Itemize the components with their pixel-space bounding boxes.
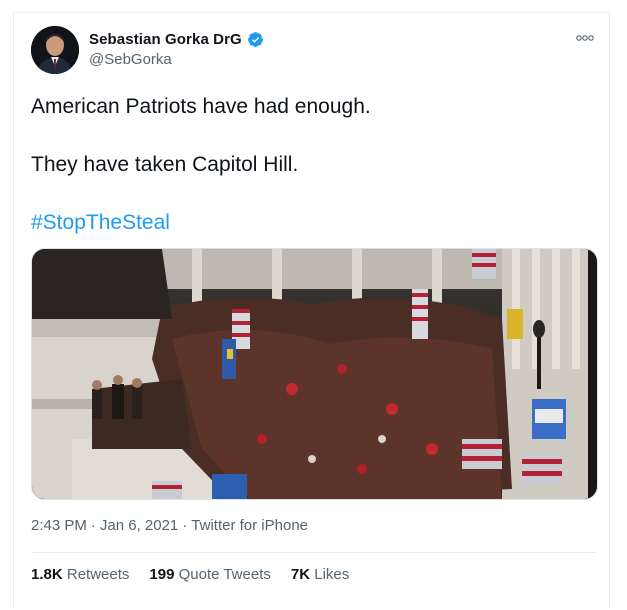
tweet-text: American Patriots have had enough. They …: [31, 93, 591, 237]
tweet-text-line-2: They have taken Capitol Hill.: [31, 153, 299, 176]
quote-tweets-stat[interactable]: 199 Quote Tweets: [149, 566, 270, 583]
tweet-text-line-1: American Patriots have had enough.: [31, 95, 371, 118]
tweet-metadata: 2:43 PM · Jan 6, 2021 · Twitter for iPho…: [31, 517, 308, 534]
avatar[interactable]: [31, 26, 79, 74]
hashtag-link[interactable]: #StopTheSteal: [31, 209, 591, 237]
tweet-photo[interactable]: [31, 248, 598, 500]
retweets-count: 1.8K: [31, 566, 63, 583]
tweet-date[interactable]: Jan 6, 2021: [100, 517, 178, 534]
tweet-card: Sebastian Gorka DrG @SebGorka American P…: [13, 12, 610, 609]
author-handle[interactable]: @SebGorka: [89, 51, 172, 68]
author-display-name[interactable]: Sebastian Gorka DrG: [89, 31, 242, 48]
more-options-icon[interactable]: [575, 30, 595, 41]
author-name-row[interactable]: Sebastian Gorka DrG: [89, 31, 264, 48]
retweets-label: Retweets: [66, 566, 130, 583]
tweet-time[interactable]: 2:43 PM: [31, 517, 87, 534]
divider: [31, 552, 596, 553]
meta-separator: ·: [90, 517, 96, 534]
retweets-stat[interactable]: 1.8K Retweets: [31, 566, 129, 583]
tweet-source-link[interactable]: Twitter for iPhone: [191, 517, 308, 534]
engagement-stats: 1.8K Retweets 199 Quote Tweets 7K Likes: [31, 566, 349, 583]
verified-badge-icon: [247, 31, 264, 48]
quote-tweets-label: Quote Tweets: [178, 566, 271, 583]
meta-separator: ·: [182, 517, 188, 534]
likes-label: Likes: [314, 566, 350, 583]
likes-count: 7K: [290, 566, 311, 583]
quote-tweets-count: 199: [149, 566, 175, 583]
likes-stat[interactable]: 7K Likes: [291, 566, 349, 583]
